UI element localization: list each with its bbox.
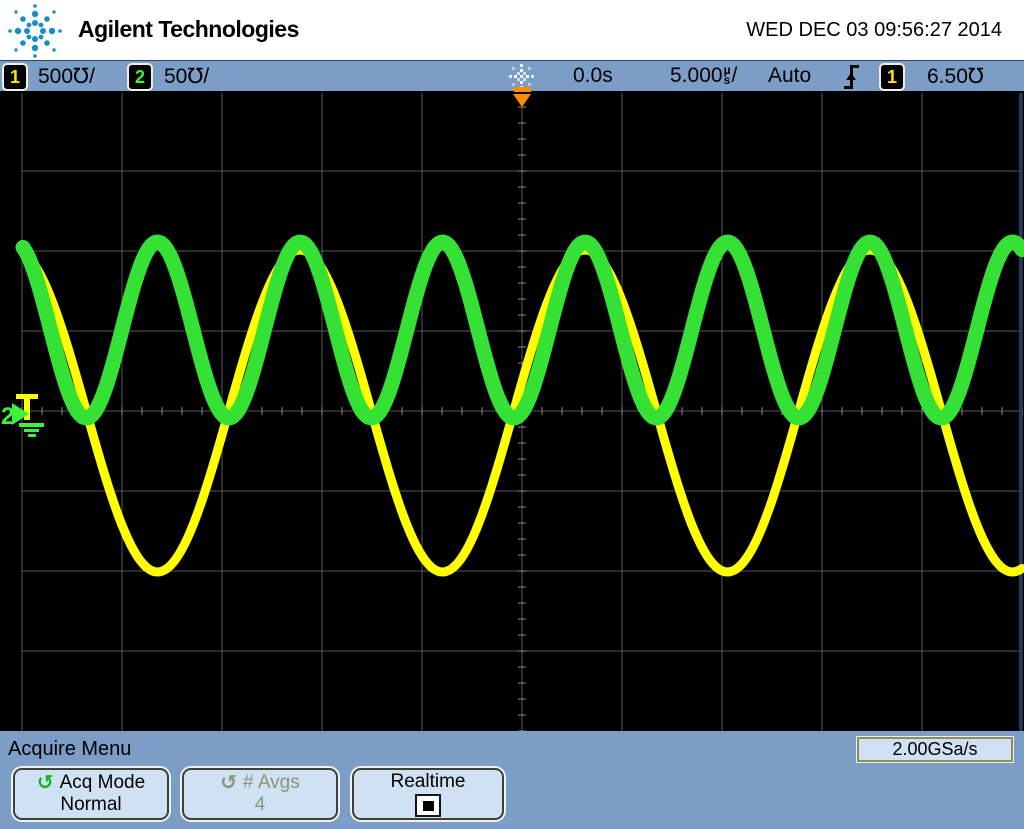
menu-title: Acquire Menu	[8, 738, 131, 761]
num-avgs-label: # Avgs	[243, 772, 300, 794]
channel2-badge[interactable]: 2	[127, 63, 153, 91]
acq-mode-label: Acq Mode	[60, 772, 146, 794]
channel1-badge[interactable]: 1	[2, 63, 28, 91]
trigger-mode[interactable]: Auto	[768, 64, 811, 88]
time-reference[interactable]: 0.0s	[573, 64, 613, 88]
realtime-label: Realtime	[391, 771, 466, 793]
agilent-logo-icon	[6, 2, 64, 60]
edge-trigger-icon[interactable]	[844, 65, 859, 89]
num-avgs-value: 4	[255, 794, 266, 816]
scope-display: 2	[0, 93, 1024, 731]
trigger-level[interactable]: 6.50℧	[927, 64, 984, 89]
acq-mode-button[interactable]: ↺ Acq Mode Normal	[13, 768, 169, 820]
softkey-menu: Acquire Menu 2.00GSa/s ↺ Acq Mode Normal…	[0, 731, 1024, 829]
acq-mode-value: Normal	[60, 794, 121, 816]
checkbox-fill	[423, 801, 434, 811]
timebase-value: 5.000	[670, 64, 723, 87]
trigger-source-badge[interactable]: 1	[879, 63, 905, 91]
header: Agilent Technologies WED DEC 03 09:56:27…	[0, 0, 1024, 60]
trigger-position-marker-icon[interactable]	[513, 94, 531, 107]
rotate-knob-icon: ↺	[37, 773, 54, 793]
channel2-ground-marker-icon[interactable]: 2	[1, 403, 44, 437]
status-toolbar: 1 500℧/ 2 50℧/ 0.0s 5.000µs/ Auto 1 6.50…	[0, 60, 1024, 93]
trigger-position-nub	[514, 87, 531, 92]
scope-markers: 2	[0, 93, 1024, 731]
sample-rate-box: 2.00GSa/s	[857, 737, 1013, 762]
datetime-display: WED DEC 03 09:56:27 2014	[746, 19, 1002, 42]
channel2-scale[interactable]: 50℧/	[164, 64, 209, 89]
timebase-unit: µs	[724, 65, 731, 85]
brand-title: Agilent Technologies	[78, 16, 299, 43]
timebase-suffix: /	[731, 64, 737, 87]
num-avgs-button[interactable]: ↺ # Avgs 4	[182, 768, 338, 820]
realtime-button[interactable]: Realtime	[352, 768, 504, 820]
realtime-checkbox[interactable]	[415, 794, 441, 817]
rotate-knob-icon: ↺	[220, 773, 237, 793]
channel1-scale[interactable]: 500℧/	[38, 64, 95, 89]
timebase-setting[interactable]: 5.000µs/	[670, 64, 737, 88]
